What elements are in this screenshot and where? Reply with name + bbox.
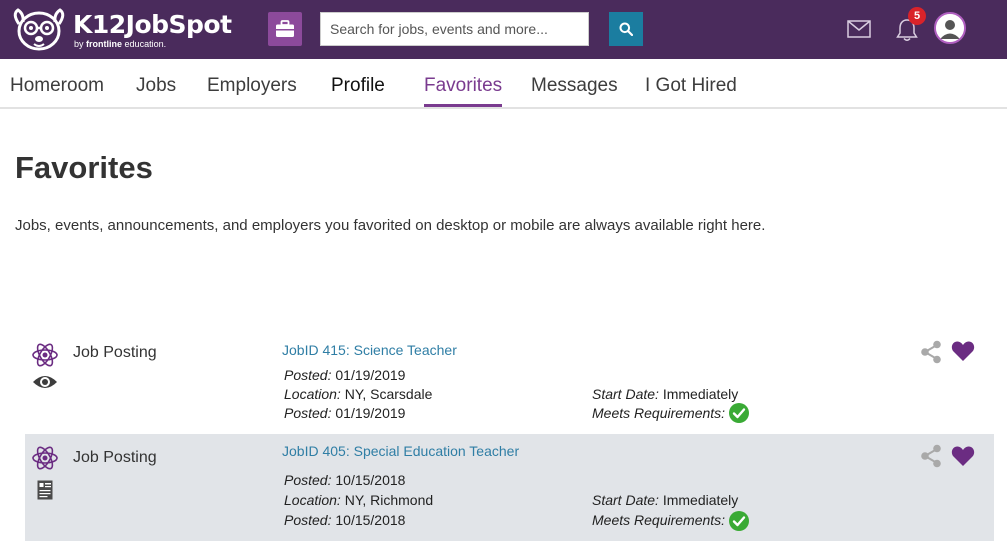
field-label: Meets Requirements:	[592, 405, 726, 421]
share-icon[interactable]	[920, 340, 942, 364]
atom-icon	[32, 446, 58, 470]
tab-jobs[interactable]: Jobs	[136, 74, 176, 98]
field-label: Location:	[284, 492, 341, 508]
briefcase-icon	[276, 20, 294, 37]
tab-messages[interactable]: Messages	[531, 74, 618, 98]
tab-favorites[interactable]: Favorites	[424, 74, 503, 107]
field-value: 10/15/2018	[335, 472, 406, 488]
user-avatar[interactable]	[934, 12, 966, 44]
field-label: Meets Requirements:	[592, 512, 726, 528]
heart-icon[interactable]	[951, 339, 975, 363]
job-link[interactable]: JobID 415: Science Teacher	[282, 341, 457, 359]
field-value: Immediately	[662, 492, 739, 508]
location-field: Location: NY, Scarsdale	[284, 385, 432, 403]
tab-employers[interactable]: Employers	[207, 74, 297, 98]
search-button[interactable]	[609, 12, 643, 46]
item-type: Job Posting	[73, 449, 157, 466]
field-label: Posted:	[284, 512, 332, 528]
check-circle-icon	[729, 403, 749, 423]
main-nav: Homeroom Jobs Employers Profile Favorite…	[0, 59, 1007, 109]
search-icon	[619, 22, 633, 36]
messages-button[interactable]	[846, 18, 872, 40]
logo-suffix: education.	[124, 39, 167, 49]
page-description: Jobs, events, announcements, and employe…	[15, 217, 766, 234]
field-label: Start Date:	[592, 492, 659, 508]
field-label: Posted:	[284, 472, 332, 488]
envelope-icon	[847, 20, 871, 38]
share-icon[interactable]	[920, 444, 942, 468]
resume-icon	[37, 480, 53, 500]
heart-icon[interactable]	[951, 444, 975, 468]
k12jobspot-logo[interactable]: K12JobSpot by frontline education.	[10, 6, 232, 54]
notification-badge: 5	[908, 7, 926, 25]
posted-field: Posted: 10/15/2018	[284, 471, 405, 489]
favorite-item: Job Posting JobID 405: Special Education…	[25, 434, 994, 541]
top-bar: K12JobSpot by frontline education. 5	[0, 0, 1007, 59]
job-link[interactable]: JobID 405: Special Education Teacher	[282, 442, 519, 460]
field-label: Posted:	[284, 367, 332, 383]
posted-field: Posted: 01/19/2019	[284, 366, 405, 384]
logo-tagline: by frontline education.	[74, 39, 166, 49]
start-date-field: Start Date: Immediately	[592, 491, 738, 509]
field-value: 01/19/2019	[335, 367, 406, 383]
user-icon	[936, 14, 964, 42]
start-date-field: Start Date: Immediately	[592, 385, 738, 403]
logo-brand: frontline	[86, 39, 123, 49]
briefcase-button[interactable]	[268, 12, 302, 46]
page-title: Favorites	[15, 150, 153, 185]
meets-requirements-field: Meets Requirements:	[592, 404, 725, 422]
logo-by: by	[74, 39, 84, 49]
eye-icon	[33, 376, 57, 388]
field-label: Posted:	[284, 405, 332, 421]
logo-name: K12JobSpot	[73, 10, 232, 39]
field-value: Immediately	[662, 386, 739, 402]
dog-logo-icon	[13, 8, 65, 51]
meets-requirements-field: Meets Requirements:	[592, 511, 725, 529]
posted-field: Posted: 01/19/2019	[284, 404, 405, 422]
item-type: Job Posting	[73, 344, 157, 361]
field-value: NY, Richmond	[344, 492, 434, 508]
atom-icon	[32, 343, 58, 367]
field-value: 01/19/2019	[335, 405, 406, 421]
tab-profile[interactable]: Profile	[331, 74, 385, 98]
field-value: NY, Scarsdale	[344, 386, 433, 402]
check-circle-icon	[729, 511, 749, 531]
location-field: Location: NY, Richmond	[284, 491, 433, 509]
favorite-item: Job Posting JobID 415: Science Teacher P…	[25, 336, 994, 443]
search-input[interactable]	[320, 12, 589, 46]
field-value: 10/15/2018	[335, 512, 406, 528]
field-label: Location:	[284, 386, 341, 402]
posted-field: Posted: 10/15/2018	[284, 511, 405, 529]
tab-homeroom[interactable]: Homeroom	[10, 74, 104, 98]
field-label: Start Date:	[592, 386, 659, 402]
tab-i-got-hired[interactable]: I Got Hired	[645, 74, 737, 98]
